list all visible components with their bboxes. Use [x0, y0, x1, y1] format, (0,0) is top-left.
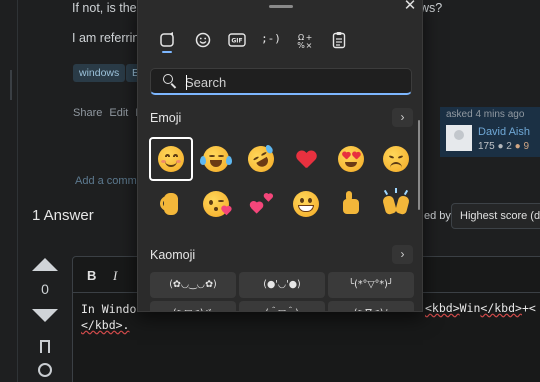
editor-text-line1: In Windo [81, 302, 137, 316]
smiley-icon [195, 32, 211, 48]
grinning-face-emoji[interactable] [284, 182, 328, 226]
close-button[interactable]: ✕ [402, 0, 418, 14]
clipboard-icon [332, 32, 346, 49]
question-text-line1-end: ws? [420, 1, 443, 15]
gif-icon: GIF [228, 33, 246, 47]
tab-clipboard[interactable] [328, 30, 350, 52]
reputation-score: 175 [478, 141, 495, 152]
answers-heading: 1 Answer [32, 207, 94, 224]
owner-reputation: 175 ● 2 ● 9 [478, 141, 529, 152]
kaomoji-item[interactable]: (✿◡‿◡✿) [150, 272, 236, 298]
svg-text:GIF: GIF [231, 38, 242, 45]
downvote-button[interactable] [32, 309, 58, 322]
tab-gif[interactable]: GIF [226, 30, 248, 52]
kaomoji-item[interactable]: (≧▽≦)ゞ [150, 301, 236, 311]
share-link[interactable]: Share [73, 107, 102, 119]
silver-badges: ● 2 [497, 141, 512, 152]
panel-scrollbar[interactable] [418, 120, 420, 210]
tab-emoji[interactable] [156, 30, 178, 53]
ok-hand-emoji[interactable] [149, 182, 193, 226]
upvote-button[interactable] [32, 258, 58, 271]
red-heart-emoji[interactable] [284, 137, 328, 181]
kbd-open-tag: <kbd> [425, 301, 460, 315]
avatar[interactable] [446, 125, 472, 151]
svg-text:%: % [297, 41, 305, 50]
heart-face-icon [160, 32, 174, 47]
editor-text[interactable]: In Windo </kbd>. [81, 301, 136, 333]
raising-hands-emoji[interactable] [374, 182, 418, 226]
kaomoji-item[interactable]: (≧∇≦)ﾉ [328, 301, 414, 311]
kaomoji-section-more-button[interactable]: › [392, 245, 413, 264]
kaomoji-section-title: Kaomoji [150, 248, 196, 262]
asked-time: asked 4 mins ago [446, 109, 525, 120]
bookmark-icon[interactable] [40, 340, 50, 353]
text-caret [186, 75, 187, 90]
bronze-badges: ● 9 [514, 141, 530, 152]
vote-count: 0 [41, 281, 49, 297]
drag-handle[interactable] [269, 5, 293, 8]
kbd-close-tag: </kbd> [480, 301, 522, 315]
tab-smiley[interactable] [192, 30, 214, 52]
panel-tabs: GIF ;-) Ω +% × [152, 30, 352, 53]
left-rail-accent [10, 70, 12, 100]
owner-card: asked 4 mins ago David Aish 175 ● 2 ● 9 [440, 107, 540, 157]
pensive-face-emoji[interactable] [374, 137, 418, 181]
emoji-section-title: Emoji [150, 111, 182, 125]
emoji-panel: ✕ GIF ;-) Ω+%× Emoji › [137, 0, 423, 312]
left-rail [0, 0, 18, 382]
kaomoji-item[interactable]: (＾▽＾) [239, 301, 325, 311]
owner-username[interactable]: David Aish [478, 126, 530, 138]
search-icon [163, 74, 173, 84]
kissing-heart-emoji[interactable] [194, 182, 238, 226]
question-text-line2: I am referring [72, 31, 147, 45]
bold-button[interactable]: B [87, 268, 96, 283]
tears-of-joy-emoji[interactable] [194, 137, 238, 181]
history-icon[interactable] [38, 363, 52, 377]
sort-label: ed by: [424, 210, 454, 222]
kaomoji-item[interactable]: (●'◡'●) [239, 272, 325, 298]
add-comment-link[interactable]: Add a comme [75, 175, 143, 187]
kbd-win-text: Win [459, 301, 481, 315]
editor-text-line2: </kbd>. [81, 318, 130, 332]
edit-link[interactable]: Edit [109, 107, 128, 119]
thumbs-up-emoji[interactable] [329, 182, 373, 226]
emoji-section-more-button[interactable]: › [392, 108, 413, 127]
tab-kaomoji[interactable]: ;-) [260, 30, 282, 52]
heart-eyes-emoji[interactable] [329, 137, 373, 181]
symbols-icon: Ω +% × [297, 33, 313, 50]
sort-select[interactable]: Highest score (de [451, 203, 540, 229]
smiling-face-emoji[interactable] [149, 137, 193, 181]
tag-windows[interactable]: windows [73, 64, 126, 82]
tab-symbols[interactable]: Ω +% × [294, 30, 316, 52]
search-box[interactable] [150, 68, 412, 95]
plus-text: +< [521, 301, 536, 315]
editor-text-end: <kbd>Win</kbd>+< [425, 301, 536, 315]
two-hearts-emoji[interactable] [239, 182, 283, 226]
search-input[interactable] [185, 72, 405, 92]
vote-controls: 0 [30, 258, 60, 322]
svg-text:×: × [306, 41, 313, 50]
rofl-emoji[interactable] [239, 137, 283, 181]
italic-button[interactable]: I [113, 268, 117, 284]
kaomoji-item[interactable]: ╰(*°▽°*)╯ [328, 272, 414, 298]
